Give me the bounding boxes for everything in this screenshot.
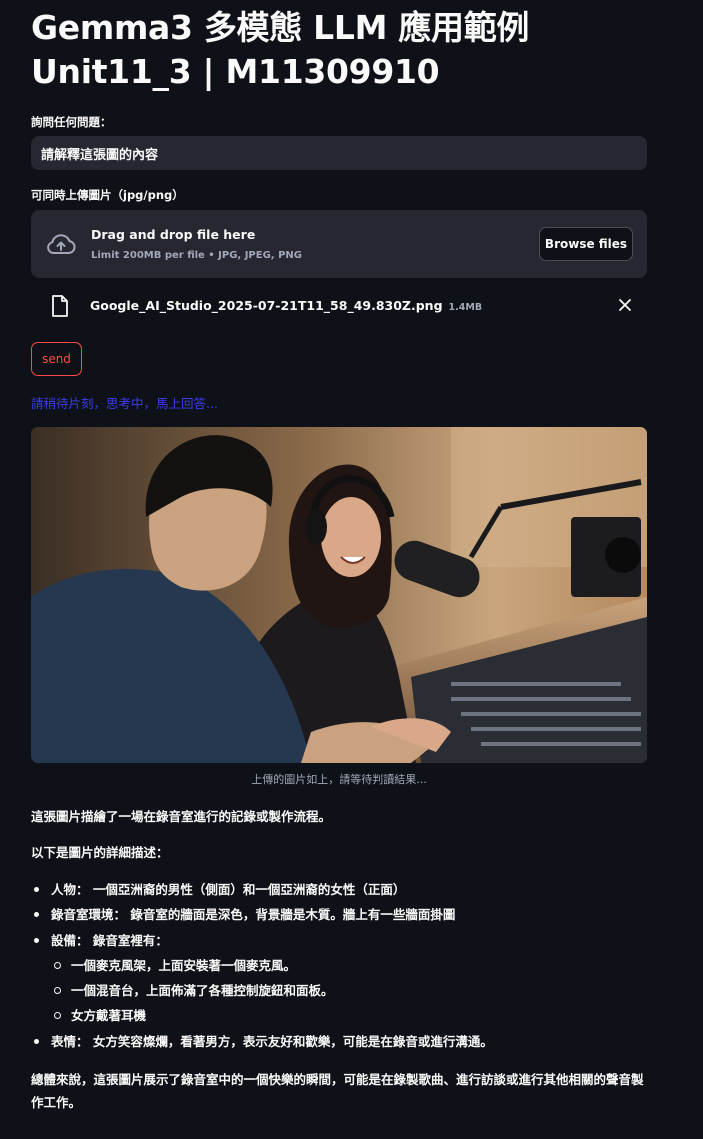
sub-list-item: 女方戴著耳機 (51, 1005, 647, 1027)
sub-list-item-text: 一個混音台，上面佈滿了各種控制旋鈕和面板。 (71, 983, 334, 998)
list-item: 錄音室環境： 錄音室的牆面是深色，背景牆是木質。牆上有一些牆面掛圖 (31, 904, 647, 926)
question-input[interactable] (31, 136, 647, 170)
list-item: 設備： 錄音室裡有： (31, 930, 647, 952)
status-message: 請稍待片刻，思考中，馬上回答... (31, 396, 218, 411)
question-label: 詢問任何問題： (31, 115, 112, 129)
uploader-label: 可同時上傳圖片（jpg/png） (31, 188, 184, 202)
list-item-term: 錄音室環境： (51, 907, 127, 922)
file-icon (52, 295, 68, 317)
answer-conclusion: 總體來說，這張圖片展示了錄音室中的一個快樂的瞬間，可能是在錄製歌曲、進行訪談或進… (31, 1072, 644, 1110)
list-item-text: 錄音室裡有： (92, 933, 168, 948)
list-item-term: 設備： (51, 933, 89, 948)
send-button[interactable]: send (31, 342, 82, 376)
list-item-text: 女方笑容燦爛，看著男方，表示友好和歡樂，可能是在錄音或進行溝通。 (92, 1034, 493, 1049)
uploaded-image (31, 427, 647, 763)
sub-list-item: 一個混音台，上面佈滿了各種控制旋鈕和面板。 (51, 980, 647, 1002)
list-item: 人物： 一個亞洲裔的男性（側面）和一個亞洲裔的女性（正面） (31, 879, 647, 901)
sub-list-item-text: 一個麥克風架，上面安裝著一個麥克風。 (71, 958, 297, 973)
dropzone-limit: Limit 200MB per file • JPG, JPEG, PNG (91, 250, 302, 261)
list-item: 表情： 女方笑容燦爛，看著男方，表示友好和歡樂，可能是在錄音或進行溝通。 (31, 1031, 647, 1053)
cloud-upload-icon (47, 234, 76, 254)
dropzone-title: Drag and drop file here (91, 227, 256, 242)
uploaded-file-name: Google_AI_Studio_2025-07-21T11_58_49.830… (90, 298, 443, 313)
file-dropzone[interactable]: Drag and drop file here Limit 200MB per … (31, 210, 647, 278)
list-item-term: 表情： (51, 1034, 89, 1049)
answer-details-heading: 以下是圖片的詳細描述： (31, 845, 169, 860)
answer-intro: 這張圖片描繪了一場在錄音室進行的記錄或製作流程。 (31, 809, 332, 824)
sub-list-item-text: 女方戴著耳機 (71, 1008, 147, 1023)
browse-files-button[interactable]: Browse files (539, 227, 633, 261)
uploaded-file-size: 1.4MB (448, 302, 483, 313)
list-item-text: 錄音室的牆面是深色，背景牆是木質。牆上有一些牆面掛圖 (130, 907, 456, 922)
title-line-2: Unit11_3 | M11309910 (31, 52, 440, 91)
title-line-1: Gemma3 多模態 LLM 應用範例 (31, 8, 530, 47)
uploaded-file-row: Google_AI_Studio_2025-07-21T11_58_49.830… (31, 292, 647, 322)
list-item-text: 一個亞洲裔的男性（側面）和一個亞洲裔的女性（正面） (92, 882, 406, 897)
close-icon[interactable] (617, 297, 633, 313)
list-item-term: 人物： (51, 882, 89, 897)
page-title: Gemma3 多模態 LLM 應用範例 Unit11_3 | M11309910 (31, 6, 671, 94)
image-caption: 上傳的圖片如上，請等待判讀結果... (251, 773, 427, 786)
sub-list-item: 一個麥克風架，上面安裝著一個麥克風。 (51, 955, 647, 977)
